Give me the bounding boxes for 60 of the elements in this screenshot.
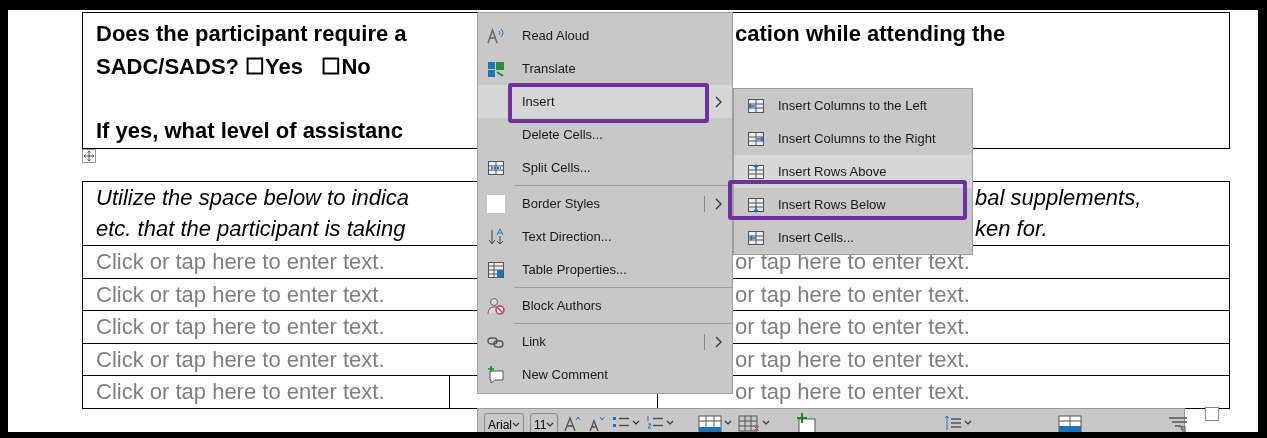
chevron-icon: [714, 335, 723, 348]
read-aloud-icon: [487, 26, 505, 45]
text-line: ken for.: [975, 215, 1048, 243]
menu-item[interactable]: Translate: [478, 52, 732, 85]
menu-item[interactable]: Insert Rows Below: [734, 188, 972, 221]
caret-icon: [512, 422, 520, 428]
caret-icon: [724, 420, 733, 426]
table-properties-icon: [487, 260, 505, 279]
resize-handle[interactable]: [1205, 407, 1219, 421]
menu-item[interactable]: Insert Columns to the Left: [734, 89, 972, 122]
text-line: SADC/SADS? ☐Yes ☐No: [96, 53, 371, 81]
text-line: Does the participant require a: [96, 20, 407, 48]
caret-icon: [632, 420, 641, 426]
text-line: etc. that the participant is taking: [96, 215, 406, 243]
insert-cells-icon: [747, 228, 765, 247]
text-direction-icon: [487, 227, 505, 246]
blocked-person-icon: [487, 296, 505, 315]
delete-table-button[interactable]: [738, 413, 771, 432]
line-spacing-button[interactable]: [944, 413, 973, 432]
shading-button[interactable]: [1058, 413, 1083, 432]
numbered-list-icon: [646, 414, 665, 432]
insert-row-above-icon: [747, 162, 765, 181]
chevron-icon: [714, 197, 723, 210]
caret-icon: [762, 420, 771, 426]
paragraph-icon: [1168, 414, 1189, 432]
menu-item[interactable]: Insert Columns to the Right: [734, 122, 972, 155]
comment-icon: [487, 365, 505, 384]
menu-item[interactable]: Insert: [478, 85, 732, 118]
placeholder-text[interactable]: Click or tap here to enter text.: [83, 376, 450, 408]
blank-swatch-icon: [487, 194, 505, 213]
menu-item[interactable]: Border Styles: [478, 187, 732, 220]
menu-item[interactable]: Delete Cells...: [478, 118, 732, 151]
insert-column-right-icon: [747, 129, 765, 148]
table-shading-icon: [1058, 414, 1083, 432]
text-line: bal supplements,: [975, 184, 1142, 212]
text-line: cation while attending the: [735, 20, 1006, 48]
caret-icon: [666, 420, 675, 426]
font-size-field[interactable]: 11: [530, 413, 559, 432]
caret-icon: [546, 422, 555, 428]
line-spacing-icon: [944, 414, 963, 432]
text-line: If yes, what level of assistanc: [96, 117, 403, 145]
move-handle-icon: [82, 149, 96, 163]
shrink-font-icon: [588, 414, 607, 432]
text-line: Utilize the space below to indica: [96, 184, 410, 212]
chevron-icon: [714, 95, 723, 108]
new-comment-button[interactable]: [794, 413, 817, 432]
grow-font-icon: [564, 414, 583, 432]
insert-row-below-icon: [747, 195, 765, 214]
delete-table-icon: [738, 414, 761, 432]
menu-item[interactable]: Split Cells...: [478, 151, 732, 184]
table-icon: [698, 414, 723, 432]
split-cells-icon: [487, 158, 505, 177]
caret-icon: [964, 420, 973, 426]
font-field[interactable]: Arial: [484, 413, 524, 432]
numbering-button[interactable]: [646, 413, 675, 432]
menu-item[interactable]: Read Aloud: [478, 19, 732, 52]
translate-icon: [487, 59, 505, 78]
add-comment-icon: [794, 413, 817, 432]
insert-column-left-icon: [747, 96, 765, 115]
insert-table-button[interactable]: [698, 413, 733, 432]
